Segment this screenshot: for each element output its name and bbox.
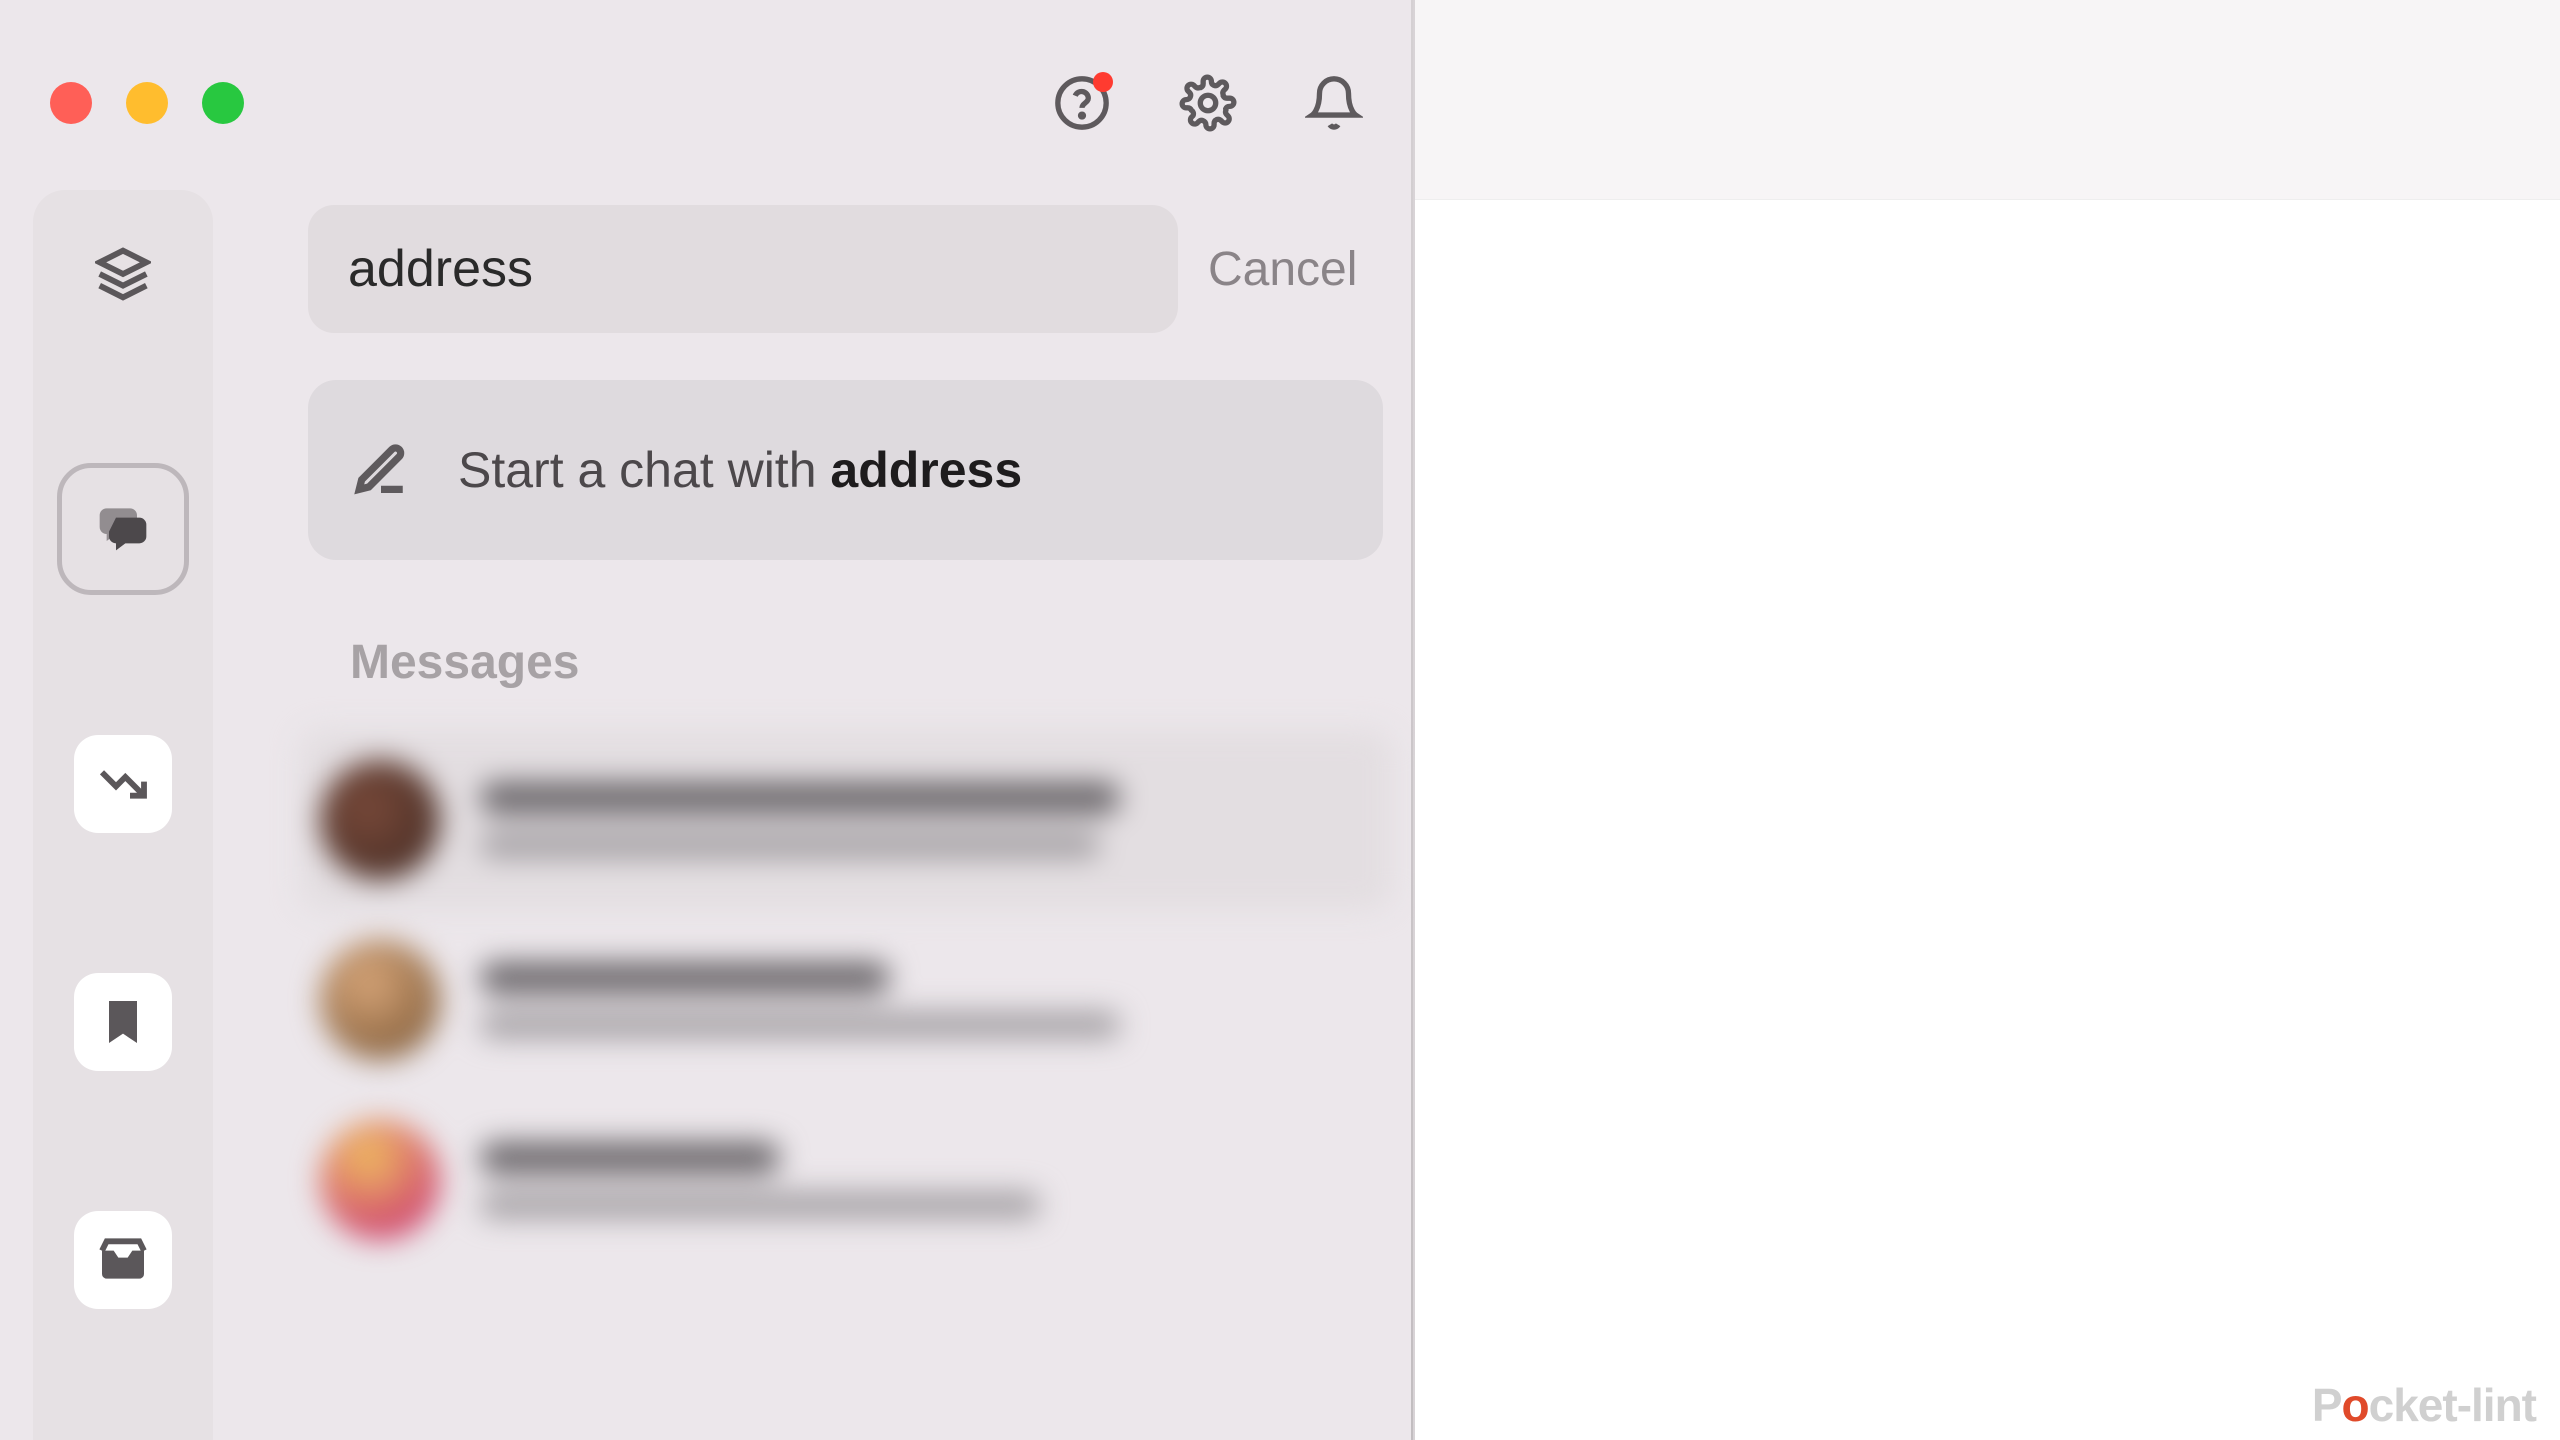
help-button[interactable] (1053, 74, 1111, 132)
notifications-button[interactable] (1305, 74, 1363, 132)
bookmark-icon (95, 994, 151, 1050)
start-chat-row[interactable]: Start a chat with address (308, 380, 1383, 560)
cancel-button[interactable]: Cancel (1208, 242, 1357, 297)
message-preview (480, 782, 1373, 858)
message-preview (480, 1142, 1373, 1218)
message-subtext (480, 832, 1100, 858)
minimize-window-button[interactable] (126, 82, 168, 124)
message-title (480, 782, 1120, 814)
compose-icon (352, 441, 410, 499)
sidebar-item-inbox[interactable] (74, 1211, 172, 1309)
avatar (320, 760, 440, 880)
watermark-suffix: cket-lint (2369, 1379, 2536, 1431)
sidebar-item-chats-inner (95, 499, 151, 560)
avatar (320, 940, 440, 1060)
message-title (480, 962, 890, 994)
window-controls (50, 82, 244, 124)
bell-icon (1305, 74, 1363, 132)
trend-down-icon (95, 756, 151, 812)
close-window-button[interactable] (50, 82, 92, 124)
main-area: Pocket-lint (1415, 0, 2560, 1440)
start-chat-prefix: Start a chat with (458, 442, 830, 498)
settings-button[interactable] (1179, 74, 1237, 132)
inbox-icon (95, 1232, 151, 1288)
watermark: Pocket-lint (2312, 1378, 2536, 1432)
message-subtext (480, 1192, 1040, 1218)
top-icon-bar (1053, 74, 1363, 132)
maximize-window-button[interactable] (202, 82, 244, 124)
left-panel: Cancel Start a chat with address Message… (0, 0, 1415, 1440)
message-preview (480, 962, 1373, 1038)
start-chat-query: address (830, 442, 1022, 498)
chat-bubbles-icon (95, 499, 151, 555)
avatar (320, 1120, 440, 1240)
start-chat-text: Start a chat with address (458, 441, 1022, 499)
main-top-bar (1415, 0, 2560, 200)
messages-section-header: Messages (350, 635, 579, 690)
app-root: Cancel Start a chat with address Message… (0, 0, 2560, 1440)
message-title (480, 1142, 780, 1174)
search-row: Cancel (308, 205, 1383, 333)
sidebar-item-chats[interactable] (57, 463, 189, 595)
message-row[interactable] (300, 1090, 1393, 1270)
sidebar-item-trends[interactable] (74, 735, 172, 833)
search-input[interactable] (308, 205, 1178, 333)
sidebar-item-bookmarks[interactable] (74, 973, 172, 1071)
message-row[interactable] (300, 910, 1393, 1090)
message-subtext (480, 1012, 1120, 1038)
gear-icon (1179, 74, 1237, 132)
notification-badge (1093, 72, 1113, 92)
sidebar (33, 190, 213, 1440)
watermark-prefix: P (2312, 1379, 2342, 1431)
watermark-accent: o (2342, 1379, 2369, 1431)
message-list (300, 730, 1393, 1270)
panel-divider (1411, 0, 1413, 1440)
layers-icon (95, 246, 151, 302)
message-row[interactable] (300, 730, 1393, 910)
sidebar-item-layers[interactable] (74, 225, 172, 323)
